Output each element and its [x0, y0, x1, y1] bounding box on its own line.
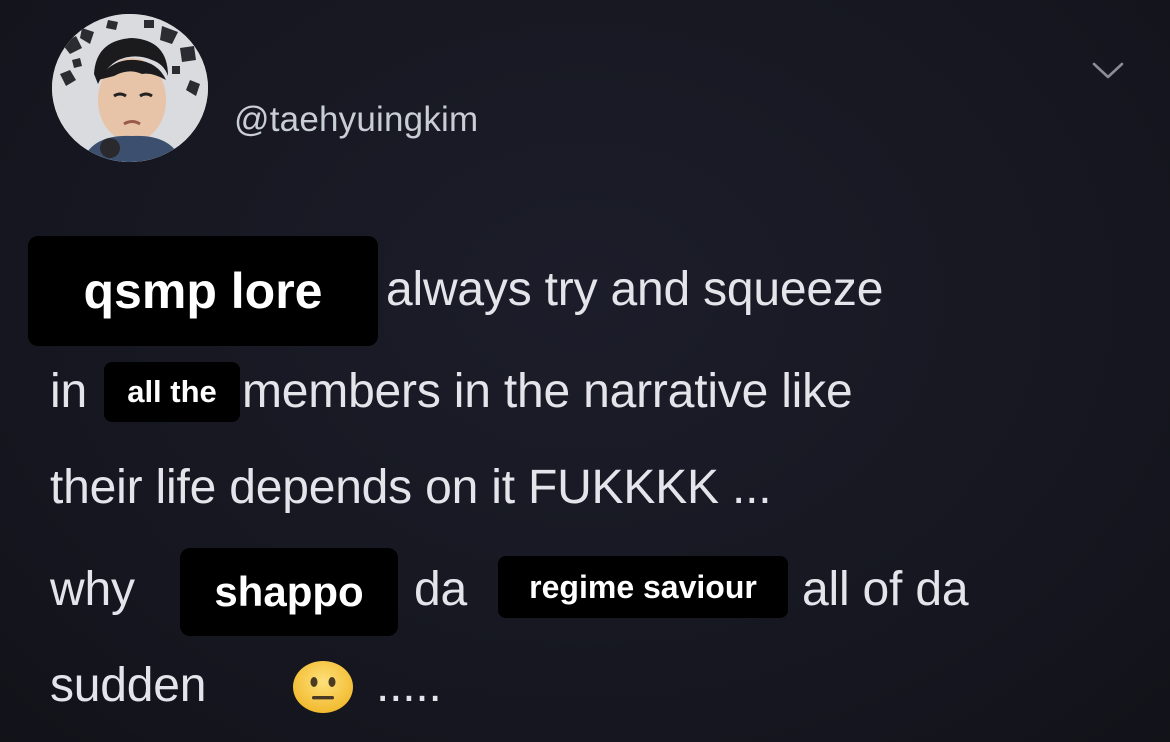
avatar-photo-icon [52, 14, 208, 162]
tweet-text-line-4-end: all of da [802, 563, 969, 616]
sticker-qsmp-lore: qsmp lore [28, 236, 378, 346]
neutral-face-emoji-icon [293, 661, 353, 713]
avatar[interactable] [52, 14, 208, 162]
sticker-regime-saviour: regime saviour [498, 556, 788, 618]
tweet-text-line-4-start: why [50, 563, 135, 616]
tweet-text-line-4-mid: da [414, 563, 467, 616]
username-handle[interactable]: @taehyuingkim [234, 100, 478, 140]
chevron-down-icon[interactable] [1088, 58, 1128, 82]
tweet-text-line-5-end: ..... [376, 659, 442, 712]
sticker-shappo: shappo [180, 548, 398, 636]
tweet-card: @taehyuingkim always try and squeeze in … [0, 0, 1170, 742]
sticker-all-the: all the [104, 362, 240, 422]
tweet-text-line-2-end: members in the narrative like [242, 365, 853, 418]
tweet-text-line-5-start: sudden [50, 659, 207, 712]
tweet-text-line-2-start: in [50, 365, 87, 418]
tweet-text-line-3: their life depends on it FUKKKK ... [50, 461, 772, 514]
tweet-text-line-1: always try and squeeze [386, 263, 884, 316]
